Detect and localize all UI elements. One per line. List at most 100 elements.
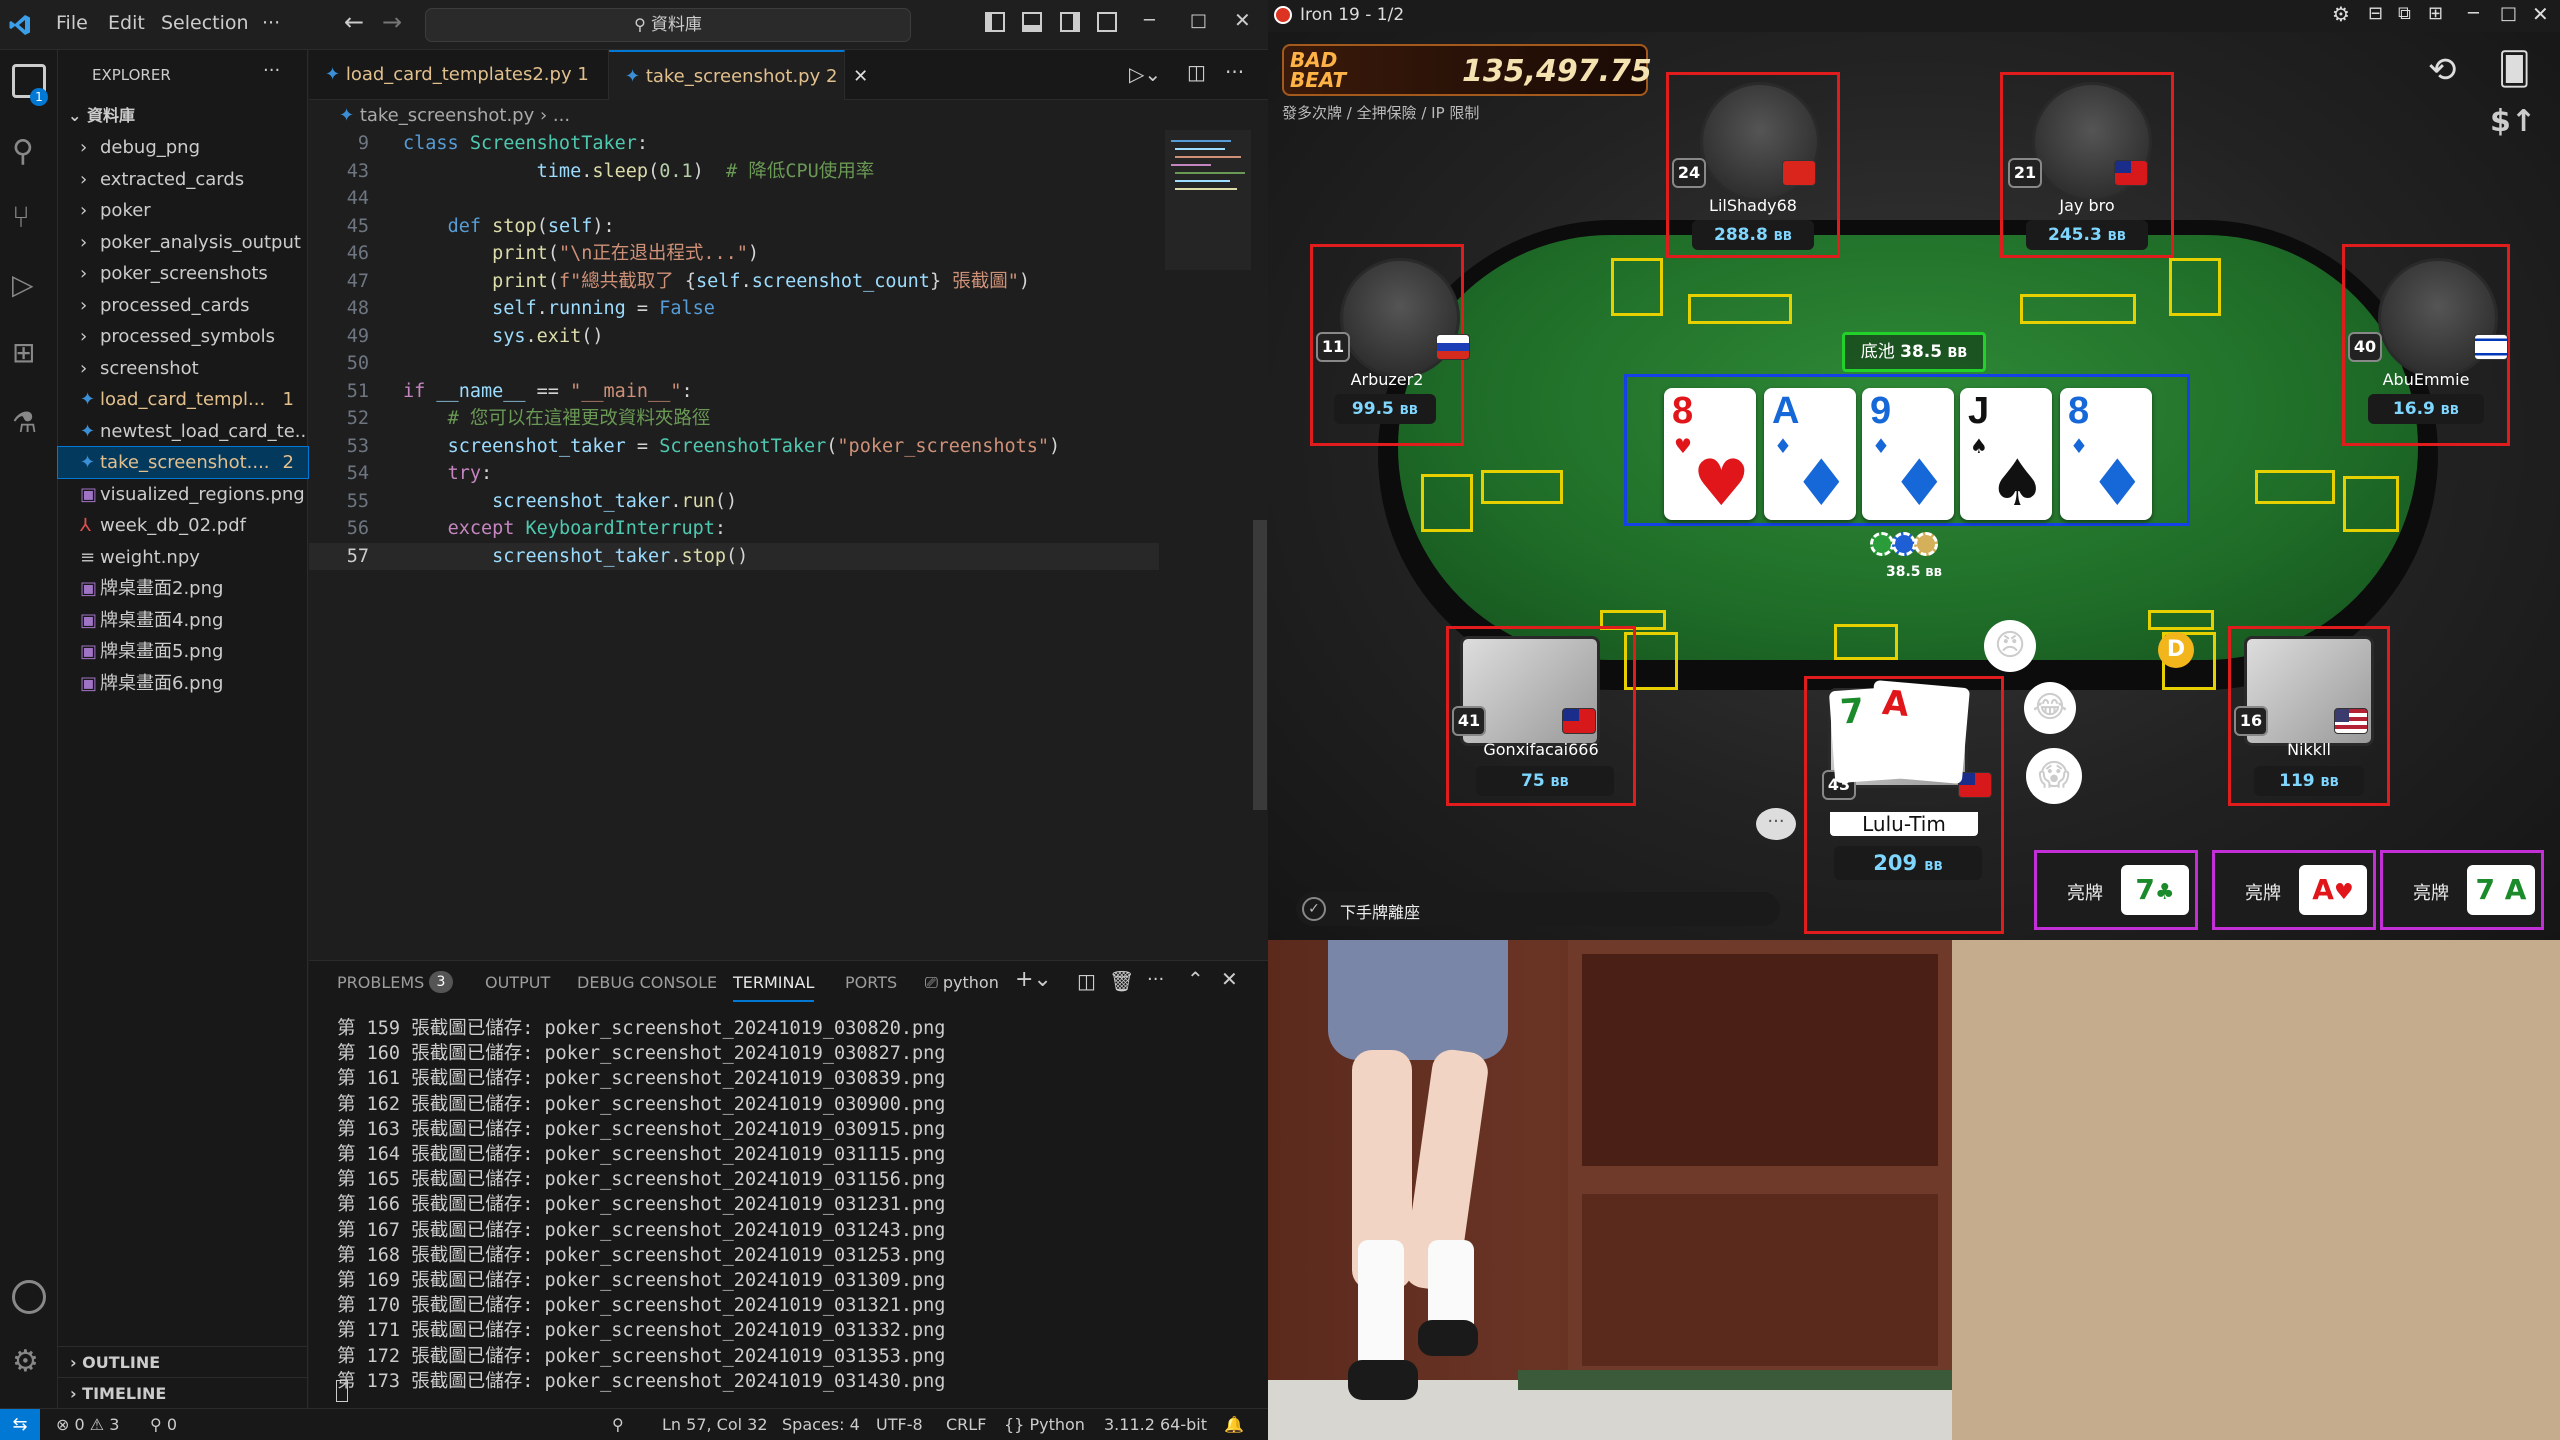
close-panel-icon[interactable]: ✕ [1221, 967, 1238, 991]
file-item[interactable]: ▣ visualized_regions.png [58, 479, 308, 510]
forward-arrow-icon[interactable]: → [382, 8, 402, 36]
bad-beat-jackpot[interactable]: BAD BEAT 135,497.75 [1282, 44, 1652, 96]
rebuy-icon[interactable]: ⟲ [2428, 50, 2457, 90]
minimize-icon[interactable]: ─ [2468, 3, 2479, 24]
source-control-icon[interactable]: ⑂ [12, 200, 46, 235]
folder-item[interactable]: › debug_png [58, 132, 308, 163]
code-line[interactable]: 44 [309, 185, 1159, 213]
code-line[interactable]: 54 try: [309, 460, 1159, 488]
emoji-scared-icon[interactable]: 😱 [2026, 748, 2082, 804]
menu-file[interactable]: File [56, 12, 88, 34]
account-icon[interactable] [12, 1280, 46, 1314]
cards-icon[interactable]: 🂠 [2498, 50, 2531, 88]
show-card-button[interactable]: 亮牌 7 A [2380, 850, 2544, 930]
minimap[interactable] [1165, 130, 1251, 270]
code-line[interactable]: 50 [309, 350, 1159, 378]
end-of-line[interactable]: CRLF [946, 1415, 986, 1434]
tab-ports[interactable]: PORTS [845, 973, 897, 992]
code-line[interactable]: 46 print("\n正在退出程式...") [309, 240, 1159, 268]
tab-debug-console[interactable]: DEBUG CONSOLE [577, 973, 717, 992]
encoding[interactable]: UTF-8 [876, 1415, 923, 1434]
minimize-icon[interactable]: ─ [1144, 10, 1155, 31]
folder-item[interactable]: › processed_symbols [58, 321, 308, 352]
code-line[interactable]: 45 def stop(self): [309, 213, 1159, 241]
show-card-button[interactable]: 亮牌 7♣ [2034, 850, 2198, 930]
indentation[interactable]: Spaces: 4 [782, 1415, 860, 1434]
editor-more-icon[interactable]: ··· [1225, 60, 1244, 84]
ports-status[interactable]: ⚲ 0 [150, 1415, 177, 1434]
split-editor-icon[interactable]: ◫ [1187, 60, 1206, 84]
trash-icon[interactable]: 🗑 [1109, 969, 1134, 993]
tab-problems[interactable]: PROBLEMS [337, 973, 424, 992]
file-item[interactable]: ▣ 牌桌畫面5.png [58, 636, 308, 667]
layout-icon[interactable]: ⊟ [2368, 3, 2383, 24]
extensions-icon[interactable]: ⊞ [12, 336, 46, 370]
settings-gear-icon[interactable]: ⚙ [2332, 2, 2350, 26]
restore-icon[interactable]: ⧉ [2398, 3, 2411, 24]
maximize-panel-icon[interactable]: ⌃ [1187, 967, 1204, 991]
file-item[interactable]: ✦ take_screenshot.... 2 [57, 446, 309, 479]
file-item[interactable]: ▣ 牌桌畫面6.png [58, 668, 308, 699]
sit-out-next-hand-toggle[interactable]: ✓ 下手牌離座 [1296, 892, 1780, 926]
breadcrumb-file[interactable]: take_screenshot.py [360, 105, 534, 126]
folder-item[interactable]: › screenshot [58, 353, 308, 384]
code-line[interactable]: 56 except KeyboardInterrupt: [309, 515, 1159, 543]
code-line[interactable]: 55 screenshot_taker.run() [309, 488, 1159, 516]
remote-icon[interactable]: ⇆ [0, 1409, 40, 1440]
search-icon[interactable]: ⚲ [12, 134, 46, 169]
code-editor[interactable]: 9 class ScreenshotTaker: 43 time.sleep(0.1… [309, 130, 1159, 590]
toggle-secondary-sidebar-icon[interactable] [1060, 12, 1080, 32]
maximize-icon[interactable]: □ [2500, 3, 2517, 24]
customize-layout-icon[interactable] [1097, 12, 1117, 32]
toggle-sidebar-icon[interactable] [985, 12, 1005, 32]
code-line[interactable]: 47 print(f"總共截取了 {self.screenshot_count}… [309, 268, 1159, 296]
close-window-icon[interactable]: ✕ [2532, 2, 2549, 26]
outline-section[interactable]: › OUTLINE [58, 1346, 308, 1377]
run-file-icon[interactable]: ▷⌄ [1129, 62, 1161, 86]
explorer-root[interactable]: ⌄ 資料庫 [58, 100, 308, 131]
emoji-laugh-icon[interactable]: 😂 [2024, 682, 2076, 734]
menu-more[interactable]: ··· [262, 12, 280, 34]
maximize-icon[interactable]: □ [1190, 10, 1207, 31]
folder-item[interactable]: › processed_cards [58, 290, 308, 321]
code-line[interactable]: 52 # 您可以在這裡更改資料夾路徑 [309, 405, 1159, 433]
testing-icon[interactable]: ⚗ [12, 406, 46, 440]
tab-terminal[interactable]: TERMINAL [733, 973, 815, 1002]
toggle-panel-icon[interactable] [1022, 12, 1042, 32]
terminal-shell-selector[interactable]: ⎚ python [925, 973, 999, 993]
folder-item[interactable]: › poker_analysis_output [58, 227, 308, 258]
cursor-position[interactable]: Ln 57, Col 32 [662, 1415, 768, 1434]
bell-icon[interactable]: 🔔 [1224, 1415, 1244, 1434]
close-window-icon[interactable]: ✕ [1234, 8, 1251, 32]
timeline-section[interactable]: › TIMELINE [58, 1377, 308, 1408]
problems-status[interactable]: ⊗ 0 ⚠ 3 [56, 1415, 119, 1434]
new-terminal-icon[interactable]: +⌄ [1015, 967, 1052, 992]
code-line[interactable]: 49 sys.exit() [309, 323, 1159, 351]
folder-item[interactable]: › poker [58, 195, 308, 226]
language-mode[interactable]: {} Python [1004, 1415, 1085, 1434]
tab-take-screenshot[interactable]: ✦ take_screenshot.py 2 ✕ [609, 50, 868, 100]
file-item[interactable]: ▣ 牌桌畫面2.png [58, 573, 308, 604]
panel-more-icon[interactable]: ··· [1147, 969, 1164, 990]
show-card-button[interactable]: 亮牌 A♥ [2212, 850, 2376, 930]
file-item[interactable]: ✦ newtest_load_card_te... [58, 416, 308, 447]
run-debug-icon[interactable]: ▷ [12, 268, 46, 302]
tile-icon[interactable]: ⊞ [2428, 3, 2443, 24]
menu-edit[interactable]: Edit [108, 12, 145, 34]
command-center-search[interactable]: ⚲ 資料庫 [425, 8, 911, 42]
code-line[interactable]: 53 screenshot_taker = ScreenshotTaker("p… [309, 433, 1159, 461]
split-terminal-icon[interactable]: ◫ [1077, 969, 1096, 993]
menu-selection[interactable]: Selection [161, 12, 249, 34]
file-item[interactable]: ✦ load_card_templ... 1 [58, 384, 308, 415]
settings-gear-icon[interactable]: ⚙ [12, 1344, 46, 1379]
editor-scrollbar[interactable] [1253, 520, 1267, 810]
folder-item[interactable]: › extracted_cards [58, 164, 308, 195]
back-arrow-icon[interactable]: ← [344, 8, 364, 36]
file-item[interactable]: ≡ weight.npy [58, 542, 308, 573]
terminal-output[interactable]: 第 159 張截圖已儲存: poker_screenshot_20241019_… [309, 1004, 1268, 1408]
emoji-angry-icon[interactable]: 😠 [1984, 620, 2036, 672]
file-item[interactable]: ⅄ week_db_02.pdf [58, 510, 308, 541]
folder-item[interactable]: › poker_screenshots [58, 258, 308, 289]
code-line[interactable]: 57 screenshot_taker.stop() [309, 542, 1159, 570]
explorer-more-icon[interactable]: ··· [263, 60, 280, 81]
